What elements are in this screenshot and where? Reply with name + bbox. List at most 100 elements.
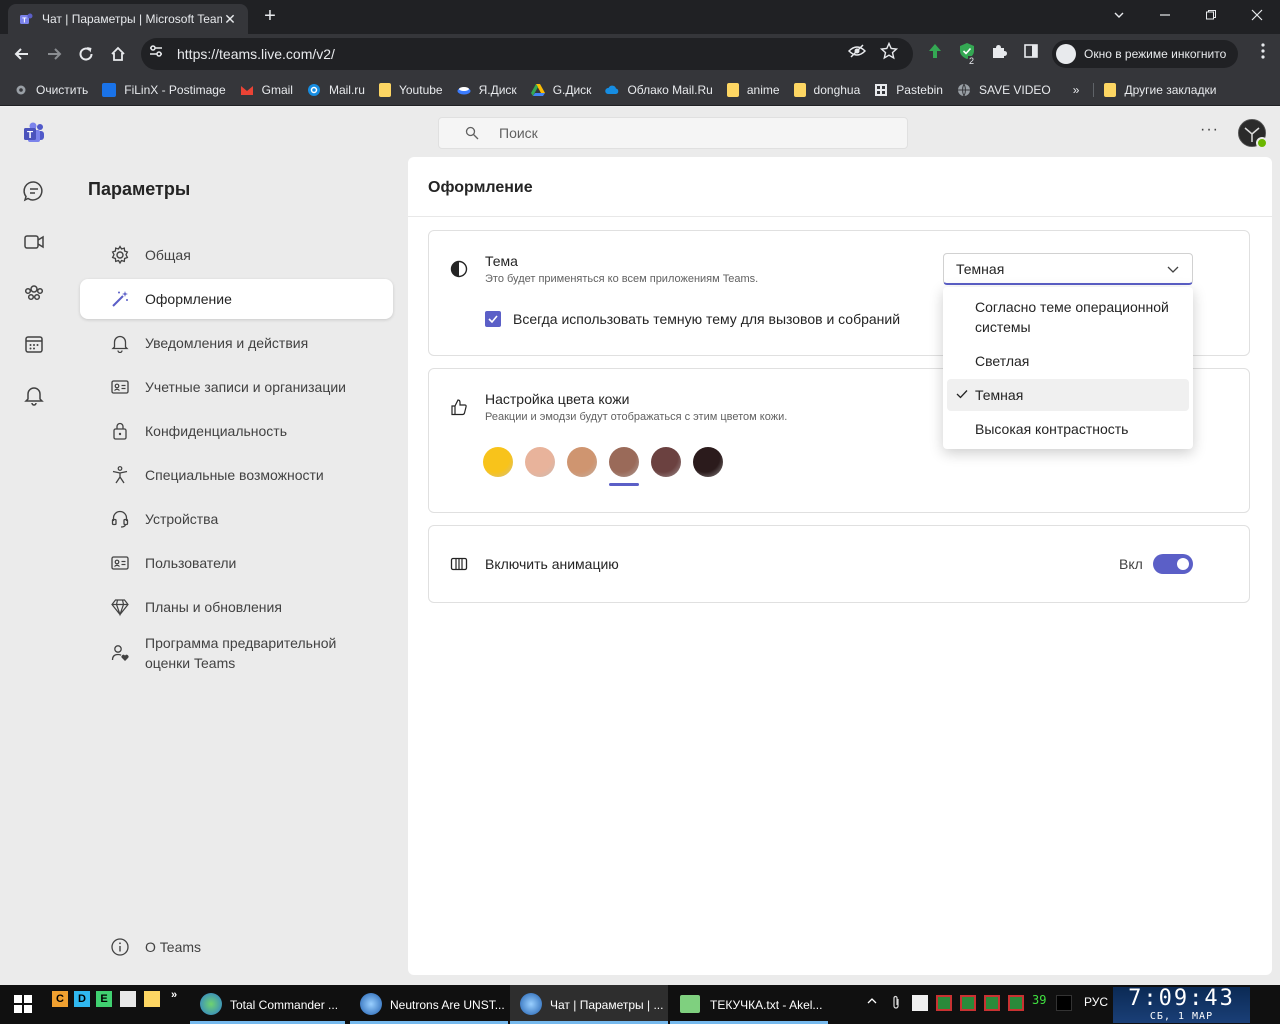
bookmark-item[interactable]: G.Диск xyxy=(530,83,591,97)
taskbar-neutrons-video[interactable]: Neutrons Are UNST... xyxy=(350,985,508,1024)
bookmark-item[interactable]: Pastebin xyxy=(874,83,943,97)
new-tab-button[interactable]: + xyxy=(259,6,281,28)
bookmark-item[interactable]: Облако Mail.Ru xyxy=(605,83,713,97)
taskbar-akelpad[interactable]: ТЕКУЧКА.txt - Akel... xyxy=(670,985,828,1024)
chat-icon[interactable] xyxy=(22,179,46,203)
site-settings-icon[interactable] xyxy=(147,42,165,60)
bookmark-star-icon[interactable] xyxy=(880,42,898,60)
theme-option-high-contrast[interactable]: Высокая контрастность xyxy=(947,419,1189,439)
settings-nav-plans[interactable]: Планы и обновления xyxy=(80,587,393,627)
system-clock[interactable]: 7:09:43 СБ, 1 МАР xyxy=(1113,987,1250,1023)
settings-nav-accessibility[interactable]: Специальные возможности xyxy=(80,455,393,495)
bookmark-item[interactable]: Gmail xyxy=(240,83,293,97)
nav-label: Планы и обновления xyxy=(145,599,282,615)
always-dark-checkbox[interactable] xyxy=(485,311,501,327)
minimize-button[interactable] xyxy=(1142,0,1188,30)
incognito-indicator[interactable]: Окно в режиме инкогнито xyxy=(1052,40,1238,68)
settings-nav-privacy[interactable]: Конфиденциальность xyxy=(80,411,393,451)
skin-tone-swatch[interactable] xyxy=(651,447,681,477)
home-icon[interactable] xyxy=(106,42,130,66)
address-bar[interactable]: https://teams.live.com/v2/ xyxy=(141,38,913,70)
option-label: Темная xyxy=(975,387,1024,403)
quick-launch-overflow[interactable]: » xyxy=(166,987,182,1003)
windows-start-icon[interactable] xyxy=(14,995,32,1013)
close-window-button[interactable] xyxy=(1234,0,1280,30)
bookmarks-bar: Очистить FiLinX - Postimage Gmail Mail.r… xyxy=(0,74,1280,106)
settings-nav-notifications[interactable]: Уведомления и действия xyxy=(80,323,393,363)
taskbar-teams-chat[interactable]: Чат | Параметры | ... xyxy=(510,985,668,1024)
puzzle-extensions-icon[interactable] xyxy=(990,42,1008,60)
tray-app-icon[interactable] xyxy=(912,995,928,1011)
bookmark-item[interactable]: Mail.ru xyxy=(307,83,365,97)
theme-subtitle: Это будет применяться ко всем приложения… xyxy=(485,273,759,285)
bookmark-item[interactable]: FiLinX - Postimage xyxy=(102,82,226,97)
tray-app-icon[interactable] xyxy=(1056,995,1072,1011)
browser-tab[interactable]: T Чат | Параметры | Microsoft Teams ✕ xyxy=(8,4,248,34)
search-input[interactable]: Поиск xyxy=(438,117,908,149)
bookmark-item[interactable]: donghua xyxy=(793,82,860,97)
eye-off-icon[interactable] xyxy=(848,42,866,60)
nav-label: Устройства xyxy=(145,511,219,527)
skin-tone-swatch[interactable] xyxy=(567,447,597,477)
communities-icon[interactable] xyxy=(22,281,46,305)
folder-icon[interactable] xyxy=(144,991,160,1007)
close-tab-icon[interactable]: ✕ xyxy=(222,11,238,28)
settings-nav-appearance[interactable]: Оформление xyxy=(80,279,393,319)
more-options-button[interactable]: ··· xyxy=(1200,121,1219,139)
quick-launch-c[interactable]: C xyxy=(52,991,68,1007)
tray-app-icon[interactable] xyxy=(936,995,952,1011)
settings-nav-people[interactable]: Пользователи xyxy=(80,543,393,583)
activity-bell-icon[interactable] xyxy=(22,383,46,407)
meet-video-icon[interactable] xyxy=(22,230,46,254)
theme-option-light[interactable]: Светлая xyxy=(947,351,1189,371)
bookmark-item[interactable]: anime xyxy=(726,82,780,97)
animation-toggle[interactable] xyxy=(1153,554,1193,574)
bookmark-item[interactable]: Youtube xyxy=(378,82,443,97)
language-indicator[interactable]: РУС xyxy=(1084,995,1108,1009)
selected-swatch-indicator xyxy=(609,483,639,486)
tray-app-icon[interactable] xyxy=(984,995,1000,1011)
settings-nav-preview-program[interactable]: Программа предварительной оценки Teams xyxy=(80,631,370,675)
other-bookmarks-folder[interactable]: Другие закладки xyxy=(1093,82,1216,97)
settings-nav-accounts[interactable]: Учетные записи и организации xyxy=(80,367,393,407)
taskbar-label: Total Commander ... xyxy=(230,997,339,1012)
teams-logo-icon[interactable]: T xyxy=(22,121,46,145)
theme-option-dark[interactable]: Темная xyxy=(947,379,1189,411)
avatar[interactable] xyxy=(1238,119,1268,149)
tab-search-icon[interactable] xyxy=(1096,0,1142,30)
settings-nav-general[interactable]: Общая xyxy=(80,235,393,275)
reload-icon[interactable] xyxy=(74,42,98,66)
browser-menu-icon[interactable] xyxy=(1254,42,1272,60)
theme-title: Тема xyxy=(485,253,518,269)
tray-counter[interactable]: 39 xyxy=(1032,993,1046,1007)
about-teams-link[interactable]: О Teams xyxy=(80,927,393,967)
calendar-icon[interactable] xyxy=(22,332,46,356)
bookmark-item[interactable]: Очистить xyxy=(14,83,88,97)
theme-option-system[interactable]: Согласно теме операционной системы xyxy=(947,297,1189,337)
update-arrow-icon[interactable] xyxy=(926,42,944,60)
tray-app-icon[interactable] xyxy=(1008,995,1024,1011)
back-arrow-icon[interactable] xyxy=(10,42,34,66)
settings-nav-devices[interactable]: Устройства xyxy=(80,499,393,539)
quick-launch-d[interactable]: D xyxy=(74,991,90,1007)
side-panel-icon[interactable] xyxy=(1022,42,1040,60)
notepad-icon[interactable] xyxy=(120,991,136,1007)
skin-tone-swatch[interactable] xyxy=(525,447,555,477)
bookmark-item[interactable]: SAVE VIDEO xyxy=(957,83,1051,97)
person-heart-icon xyxy=(110,643,130,663)
skin-tone-swatch[interactable] xyxy=(609,447,639,477)
tray-app-icon[interactable] xyxy=(960,995,976,1011)
skin-tone-swatch[interactable] xyxy=(693,447,723,477)
restore-button[interactable] xyxy=(1188,0,1234,30)
taskbar-total-commander[interactable]: Total Commander ... xyxy=(190,985,345,1024)
more-bookmarks-button[interactable]: » xyxy=(1073,83,1080,97)
animation-frames-icon xyxy=(449,554,469,574)
paperclip-icon[interactable] xyxy=(890,995,902,1014)
gear-icon xyxy=(110,245,130,265)
forward-arrow-icon[interactable] xyxy=(42,42,66,66)
tray-overflow-chevron-icon[interactable] xyxy=(866,995,878,1010)
skin-tone-swatch[interactable] xyxy=(483,447,513,477)
quick-launch-e[interactable]: E xyxy=(96,991,112,1007)
theme-select[interactable]: Темная xyxy=(943,253,1193,285)
bookmark-item[interactable]: Я.Диск xyxy=(457,83,517,97)
